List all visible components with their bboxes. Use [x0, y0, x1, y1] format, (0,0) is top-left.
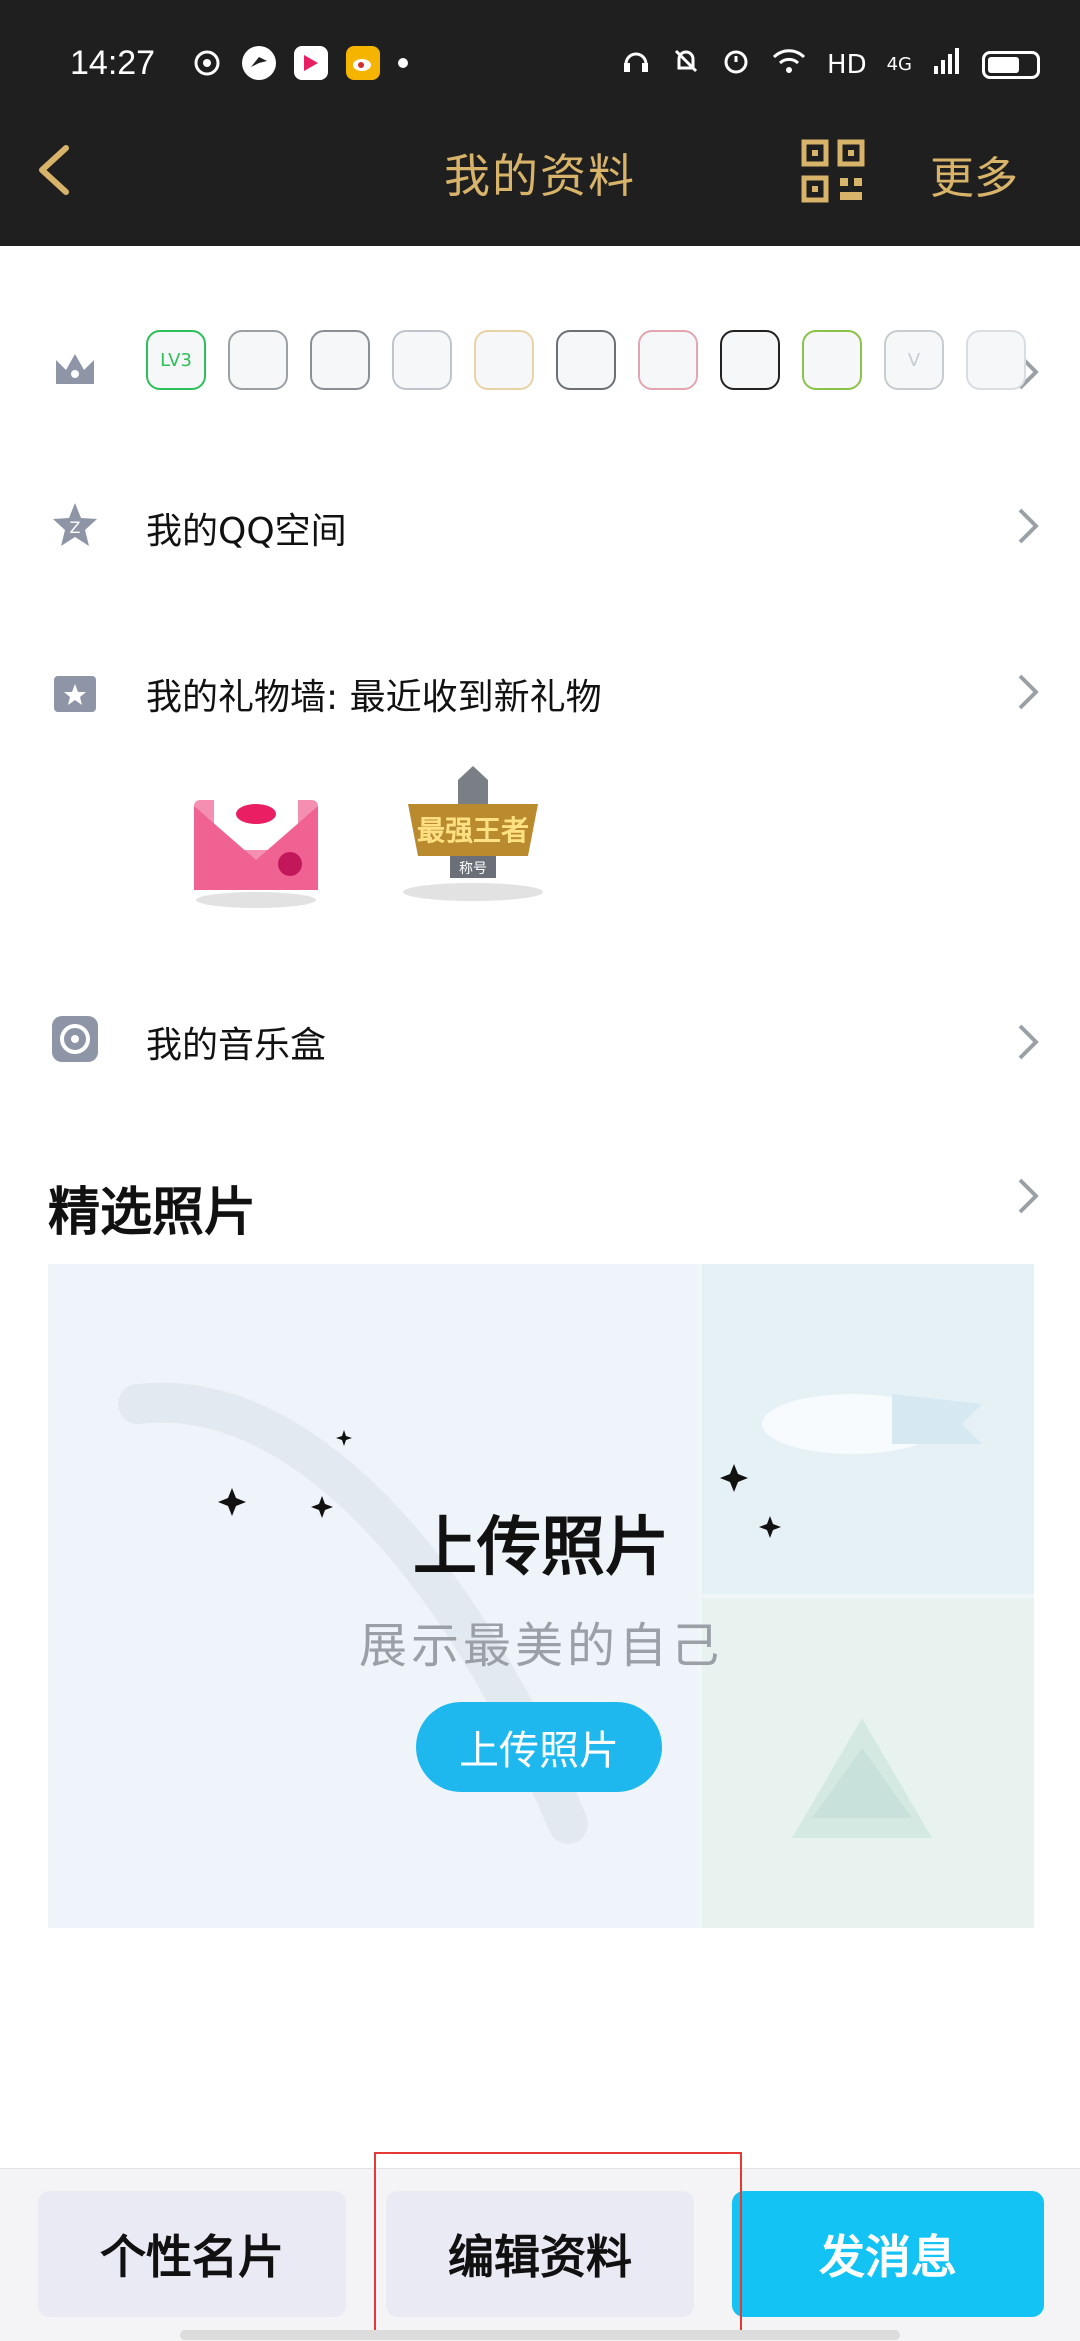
- wifi-icon: [771, 46, 807, 83]
- sparkles-decoration: [218, 1430, 781, 1538]
- gift-list: 最强王者 称号: [186, 760, 558, 910]
- battery-icon: [982, 50, 1040, 79]
- strongest-king-title-gift-icon[interactable]: 最强王者 称号: [388, 760, 558, 910]
- send-message-button[interactable]: 发消息: [732, 2191, 1044, 2317]
- hd-indicator: HD: [827, 49, 867, 80]
- status-notification-icons: [190, 46, 408, 80]
- top-bar: 14:27 HD 4G 我的资料 更多: [0, 0, 1080, 246]
- crown-icon: [50, 344, 100, 394]
- qzone-row[interactable]: Z 我的QQ空间: [0, 464, 1080, 584]
- diamond-heart-icon: [474, 330, 534, 390]
- cloud-v-icon: V: [884, 330, 944, 390]
- home-indicator: [180, 2330, 900, 2340]
- featured-photos-chevron-icon[interactable]: [1016, 1176, 1040, 1216]
- eagle-badge-icon: [228, 330, 288, 390]
- penguin-green-icon: [802, 330, 862, 390]
- featured-photos-title: 精选照片: [48, 1183, 257, 1243]
- vip-badges: LV3 V: [146, 330, 1026, 390]
- featured-photos-panel: 上传照片 展示最美的自己 上传照片: [48, 1264, 1034, 1928]
- chevron-right-icon: [1016, 672, 1040, 712]
- chevron-right-icon: [1016, 506, 1040, 546]
- bird-app-icon: [242, 46, 276, 80]
- penguin-black-icon: [720, 330, 780, 390]
- more-notifications-dot: [398, 58, 408, 68]
- tuxedo-icon: [966, 330, 1026, 390]
- status-time: 14:27: [70, 44, 156, 82]
- gift-subtitle-text: 称号: [459, 861, 487, 877]
- personal-card-button[interactable]: 个性名片: [38, 2191, 346, 2317]
- signal-4g-label: 4G: [886, 54, 912, 75]
- gift-wall-row[interactable]: 我的礼物墙: 最近收到新礼物: [0, 630, 1080, 750]
- penguin-gray-icon: [310, 330, 370, 390]
- music-box-label: 我的音乐盒: [146, 1025, 327, 1066]
- gift-box-icon: [50, 666, 100, 716]
- youku-icon: [294, 46, 328, 80]
- upload-photo-title: 上传照片: [413, 1511, 669, 1585]
- diamond-silver-icon: [392, 330, 452, 390]
- highlight-box: [374, 2152, 742, 2332]
- penguin-crown-icon: [556, 330, 616, 390]
- system-status-icons: HD 4G: [621, 46, 1040, 83]
- music-box-row[interactable]: 我的音乐盒: [0, 980, 1080, 1100]
- page-title: 我的资料: [444, 149, 636, 203]
- gift-title-text: 最强王者: [417, 814, 529, 847]
- netease-music-icon: [190, 46, 224, 80]
- qr-code-button[interactable]: [800, 138, 866, 204]
- gift-wall-label: 我的礼物墙: 最近收到新礼物: [146, 677, 602, 718]
- chevron-right-icon: [1016, 1022, 1040, 1062]
- diamond-pink-icon: [638, 330, 698, 390]
- signal-icon: [932, 46, 962, 83]
- lv3-icon: LV3: [146, 330, 206, 390]
- weibo-icon: [346, 46, 380, 80]
- star-z-icon: Z: [50, 500, 100, 550]
- upload-photo-subtitle: 展示最美的自己: [358, 1618, 723, 1674]
- svg-text:Z: Z: [70, 518, 81, 537]
- upload-photo-button[interactable]: 上传照片: [416, 1702, 662, 1792]
- mute-bell-icon: [671, 46, 701, 83]
- qzone-label: 我的QQ空间: [146, 511, 347, 552]
- headset-icon: [621, 46, 651, 83]
- alarm-icon: [721, 46, 751, 83]
- music-disc-icon: [50, 1014, 100, 1064]
- more-button[interactable]: 更多: [930, 142, 1018, 206]
- love-letter-gift-icon[interactable]: [186, 760, 326, 910]
